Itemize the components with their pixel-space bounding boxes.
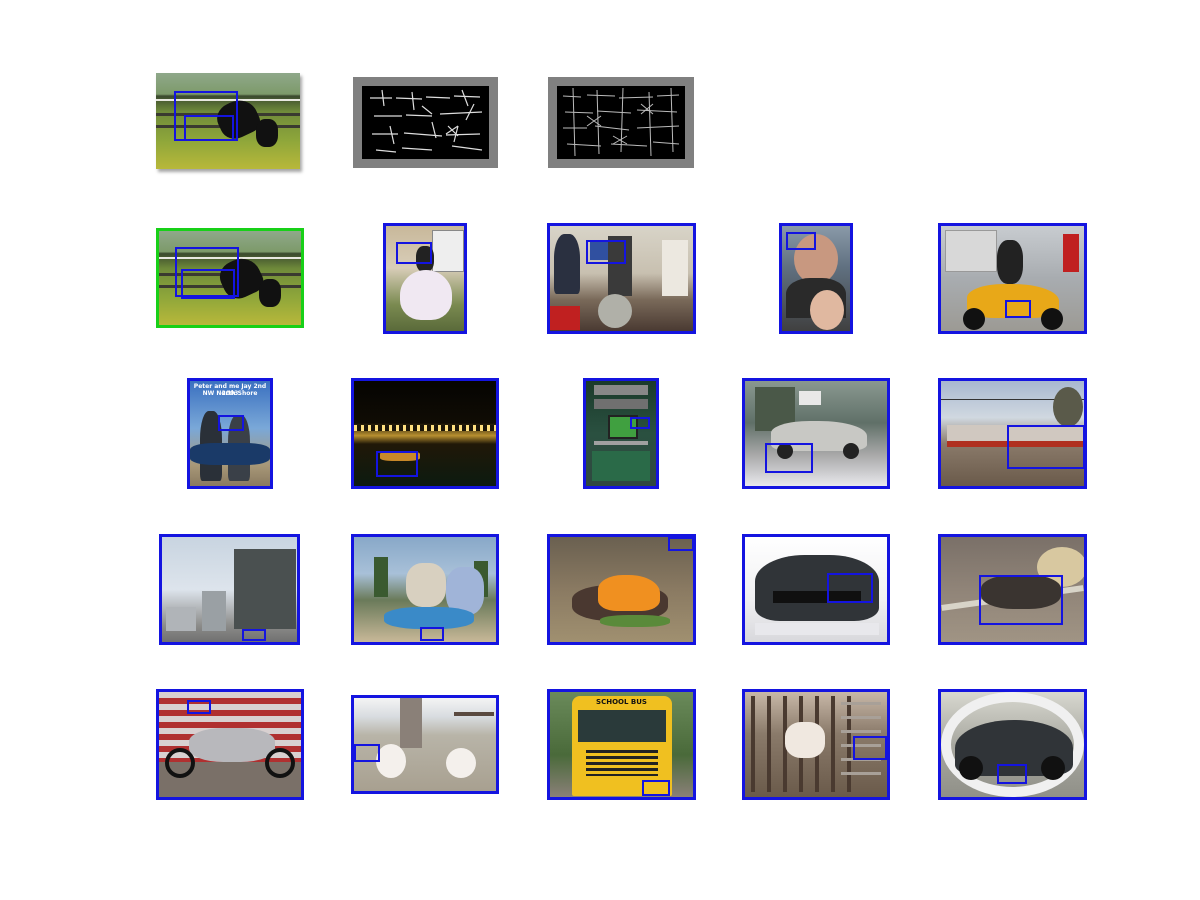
detection-box	[376, 451, 418, 477]
photo-caption: NW North Shore	[202, 390, 258, 397]
result-dogs-beach-image	[351, 695, 499, 794]
detection-box	[181, 269, 235, 299]
query-horse-image	[156, 73, 300, 169]
detection-box	[997, 764, 1027, 784]
result-scooter-image	[938, 223, 1087, 334]
bus-sign: SCHOOL BUS	[596, 698, 647, 706]
result-man-woman-image	[779, 223, 853, 334]
result-porsche-image	[938, 689, 1087, 800]
detection-box	[827, 573, 873, 603]
result-couple-sign-image: Peter and me Jay 2nd 2003 NW North Shore	[187, 378, 273, 489]
detection-box	[668, 537, 693, 551]
detection-box	[354, 744, 380, 762]
result-computer-desk-image	[583, 378, 659, 489]
result-horse-image	[156, 228, 304, 328]
result-dog-coat-image	[547, 534, 696, 645]
result-night-harbor-image	[351, 378, 499, 489]
result-motorbike-couple-image	[351, 534, 499, 645]
detection-box	[1007, 425, 1084, 469]
detection-box	[420, 627, 444, 641]
detection-box	[979, 575, 1063, 625]
hog-descriptor-positive	[353, 77, 498, 168]
result-car-snow-image	[742, 378, 890, 489]
result-motorcycle-image	[156, 689, 304, 800]
result-school-bus-image: SCHOOL BUS	[547, 689, 696, 800]
detection-box	[642, 780, 670, 796]
detection-box	[630, 417, 650, 429]
detection-box	[218, 415, 244, 431]
result-city-street-image	[159, 534, 300, 645]
result-cows-pen-image	[742, 689, 890, 800]
detection-box	[786, 232, 816, 250]
result-girl-image	[383, 223, 467, 334]
detection-box	[1005, 300, 1031, 318]
detection-box	[853, 736, 887, 760]
detection-box	[184, 115, 234, 141]
result-black-car-image	[742, 534, 890, 645]
detection-box	[396, 242, 432, 264]
detection-box	[586, 240, 626, 264]
detection-box	[187, 700, 211, 714]
result-train-station-image	[938, 378, 1087, 489]
result-people-at-computers-image	[547, 223, 696, 334]
hog-descriptor-negative	[548, 77, 694, 168]
detection-box	[765, 443, 813, 473]
detection-box	[242, 629, 266, 641]
result-cat-image	[938, 534, 1087, 645]
